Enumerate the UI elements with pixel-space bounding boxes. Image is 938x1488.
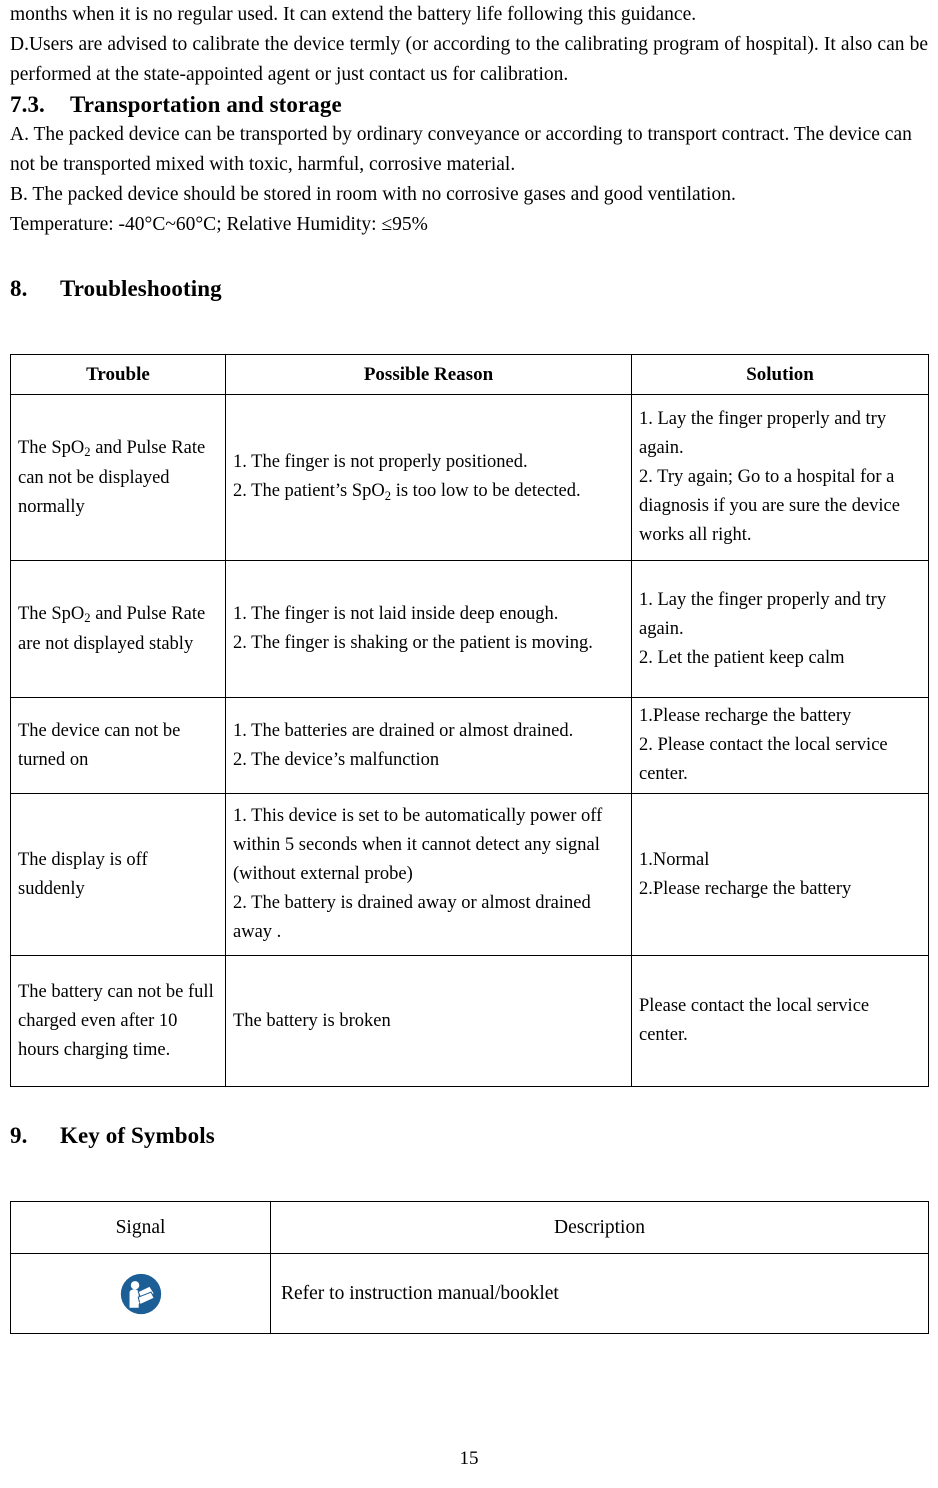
heading-9-title: Key of Symbols xyxy=(60,1123,215,1148)
table-header-row: Signal Description xyxy=(10,1201,929,1254)
paragraph-transport-a: A. The packed device can be transported … xyxy=(10,124,912,175)
table-row: The battery can not be full charged even… xyxy=(10,955,929,1087)
key-of-symbols-table: Signal Description Refer to instruction … xyxy=(10,1201,929,1334)
column-header-solution: Solution xyxy=(631,354,929,395)
table-row: The display is off suddenly 1. This devic… xyxy=(10,793,929,956)
solution-cell: 1.Normal 2.Please recharge the battery xyxy=(631,793,929,956)
troubleshooting-table: Trouble Possible Reason Solution The SpO… xyxy=(10,354,929,1087)
paragraph-d-users: D.Users are advised to calibrate the dev… xyxy=(10,34,928,85)
possible-reason-cell: 1. The finger is not laid inside deep en… xyxy=(225,560,632,698)
paragraph-transport-b-conditions: Temperature: -40°C~60°C; Relative Humidi… xyxy=(10,214,428,235)
heading-7-3: 7.3. Transportation and storage xyxy=(10,90,928,120)
column-header-possible-reason: Possible Reason xyxy=(225,354,632,395)
trouble-cell: The SpO2 and Pulse Rate are not displaye… xyxy=(10,560,226,698)
column-header-signal: Signal xyxy=(10,1201,271,1254)
paragraph-transport-b: B. The packed device should be stored in… xyxy=(10,184,736,205)
document-page: months when it is no regular used. It ca… xyxy=(0,0,938,1488)
possible-reason-cell: 1. This device is set to be automaticall… xyxy=(225,793,632,956)
heading-8-title: Troubleshooting xyxy=(60,276,222,301)
heading-9-number: 9. xyxy=(10,1123,28,1148)
refer-to-manual-icon xyxy=(119,1272,163,1316)
solution-cell: 1. Lay the finger properly and try again… xyxy=(631,394,929,561)
page-number: 15 xyxy=(459,1448,479,1469)
table-header-row: Trouble Possible Reason Solution xyxy=(10,354,929,395)
signal-cell xyxy=(10,1253,271,1334)
heading-7-3-title: Transportation and storage xyxy=(70,92,342,117)
table-row: The SpO2 and Pulse Rate can not be displ… xyxy=(10,394,929,561)
heading-7-3-number: 7.3. xyxy=(10,92,45,117)
solution-cell: 1.Please recharge the battery 2. Please c… xyxy=(631,697,929,794)
table-row: The SpO2 and Pulse Rate are not displaye… xyxy=(10,560,929,698)
trouble-cell: The SpO2 and Pulse Rate can not be displ… xyxy=(10,394,226,561)
heading-8-number: 8. xyxy=(10,276,28,301)
possible-reason-cell: The battery is broken xyxy=(225,955,632,1087)
table-row: The device can not be turned on 1. The ba… xyxy=(10,697,929,794)
possible-reason-cell: 1. The finger is not properly positioned… xyxy=(225,394,632,561)
trouble-cell: The display is off suddenly xyxy=(10,793,226,956)
solution-cell: 1. Lay the finger properly and try again… xyxy=(631,560,929,698)
description-cell: Refer to instruction manual/booklet xyxy=(270,1253,929,1334)
column-header-trouble: Trouble xyxy=(10,354,226,395)
column-header-description: Description xyxy=(270,1201,929,1254)
trouble-cell: The device can not be turned on xyxy=(10,697,226,794)
table-row: Refer to instruction manual/booklet xyxy=(10,1253,929,1334)
heading-9-key-of-symbols: 9. Key of Symbols xyxy=(10,1121,928,1151)
solution-cell: Please contact the local service center. xyxy=(631,955,929,1087)
trouble-cell: The battery can not be full charged even… xyxy=(10,955,226,1087)
heading-8-troubleshooting: 8. Troubleshooting xyxy=(10,274,928,304)
paragraph-continued: months when it is no regular used. It ca… xyxy=(10,4,697,25)
possible-reason-cell: 1. The batteries are drained or almost d… xyxy=(225,697,632,794)
